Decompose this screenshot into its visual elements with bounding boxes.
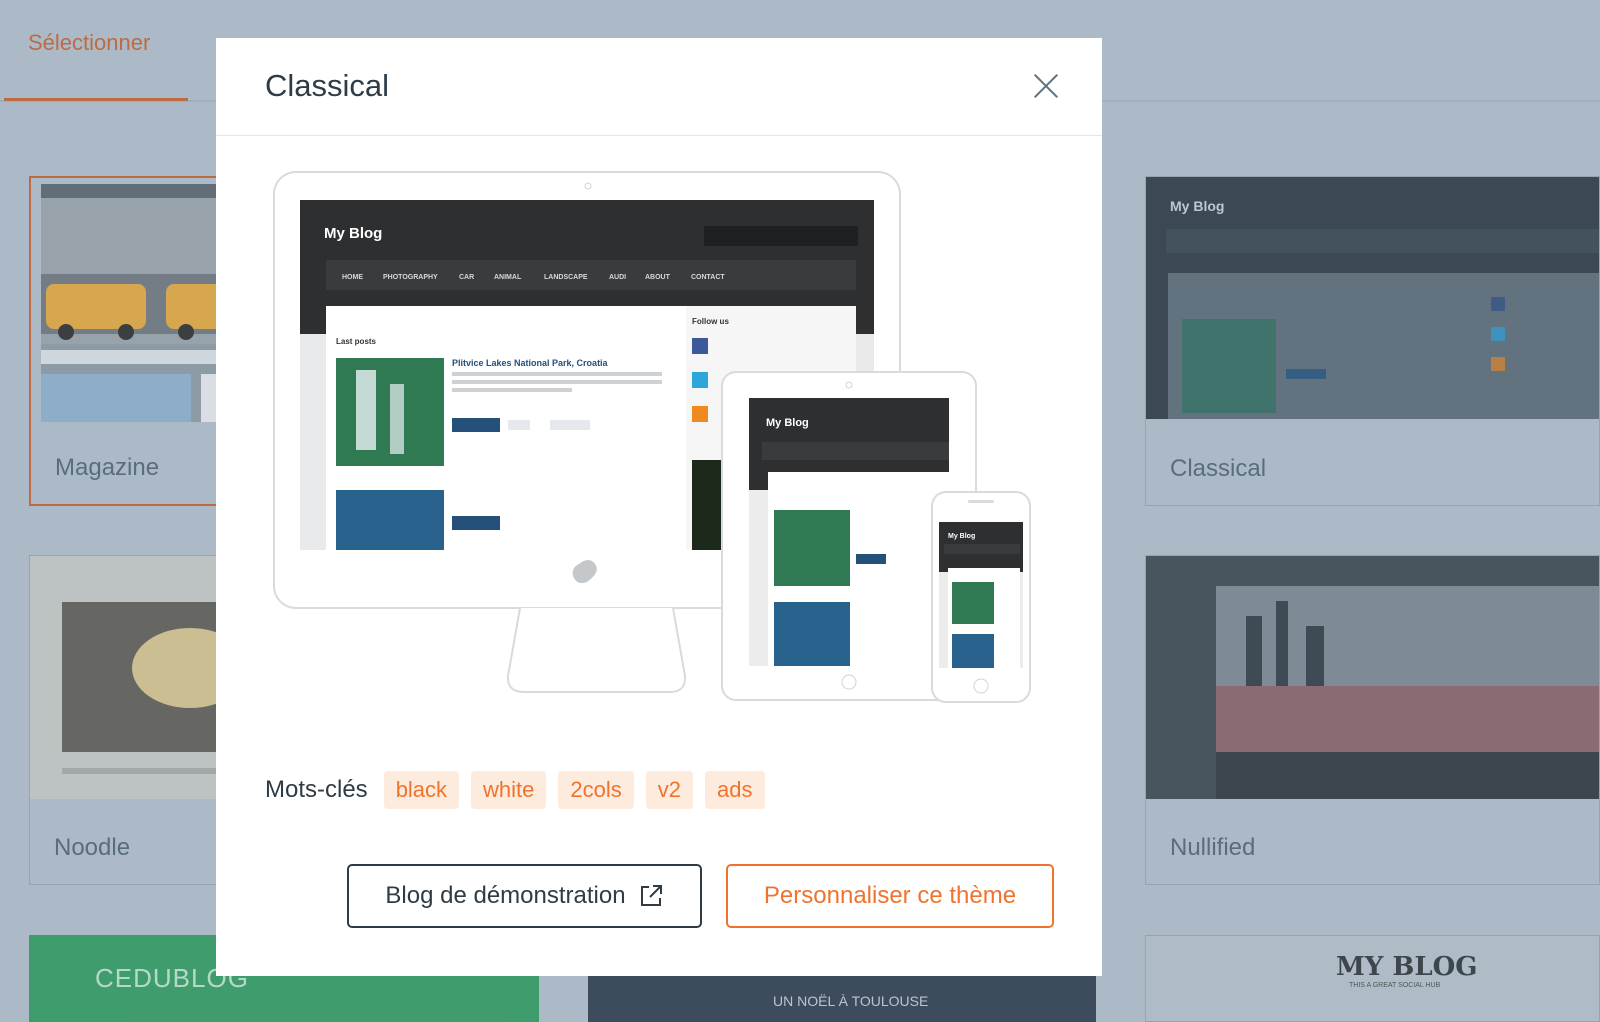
preview-nav-item: PHOTOGRAPHY <box>383 274 438 281</box>
keyword-tag[interactable]: ads <box>705 771 765 809</box>
keywords-label: Mots-clés <box>265 776 368 803</box>
demo-blog-button[interactable]: Blog de démonstration <box>347 864 702 928</box>
keyword-tag[interactable]: white <box>471 771 547 809</box>
keyword-tag[interactable]: black <box>383 771 460 809</box>
close-icon[interactable] <box>1026 66 1066 106</box>
keyword-tag[interactable]: v2 <box>645 771 694 809</box>
keywords-row: Mots-clés black white 2cols v2 ads <box>265 770 777 810</box>
preview-nav-item: LANDSCAPE <box>544 274 588 281</box>
preview-nav-item: ANIMAL <box>494 274 522 281</box>
preview-nav-item: ABOUT <box>645 274 671 281</box>
responsive-preview-image: My Blog HOME PHOTOGRAPHY CAR ANIMAL LAND… <box>273 171 1031 703</box>
theme-preview-modal: Classical My Blog HOME PHOTOGRAPHY CAR A… <box>216 38 1102 976</box>
preview-nav-item: AUDI <box>609 274 626 281</box>
preview-nav-item: CAR <box>459 274 474 281</box>
preview-blog-title: My Blog <box>324 225 382 242</box>
keyword-tag[interactable]: 2cols <box>558 771 634 809</box>
preview-blog-title: My Blog <box>948 533 975 540</box>
customize-theme-button[interactable]: Personnaliser ce thème <box>726 864 1054 928</box>
preview-post-title: Plitvice Lakes National Park, Croatia <box>452 358 609 368</box>
preview-blog-title: My Blog <box>766 417 809 429</box>
demo-blog-label: Blog de démonstration <box>385 882 626 909</box>
preview-last-posts: Last posts <box>336 337 377 346</box>
external-link-icon <box>640 885 662 906</box>
modal-title: Classical <box>265 68 390 103</box>
preview-follow-us: Follow us <box>692 317 729 326</box>
modal-header: Classical <box>216 38 1102 136</box>
preview-nav-item: CONTACT <box>691 274 725 281</box>
preview-nav-item: HOME <box>342 274 363 281</box>
